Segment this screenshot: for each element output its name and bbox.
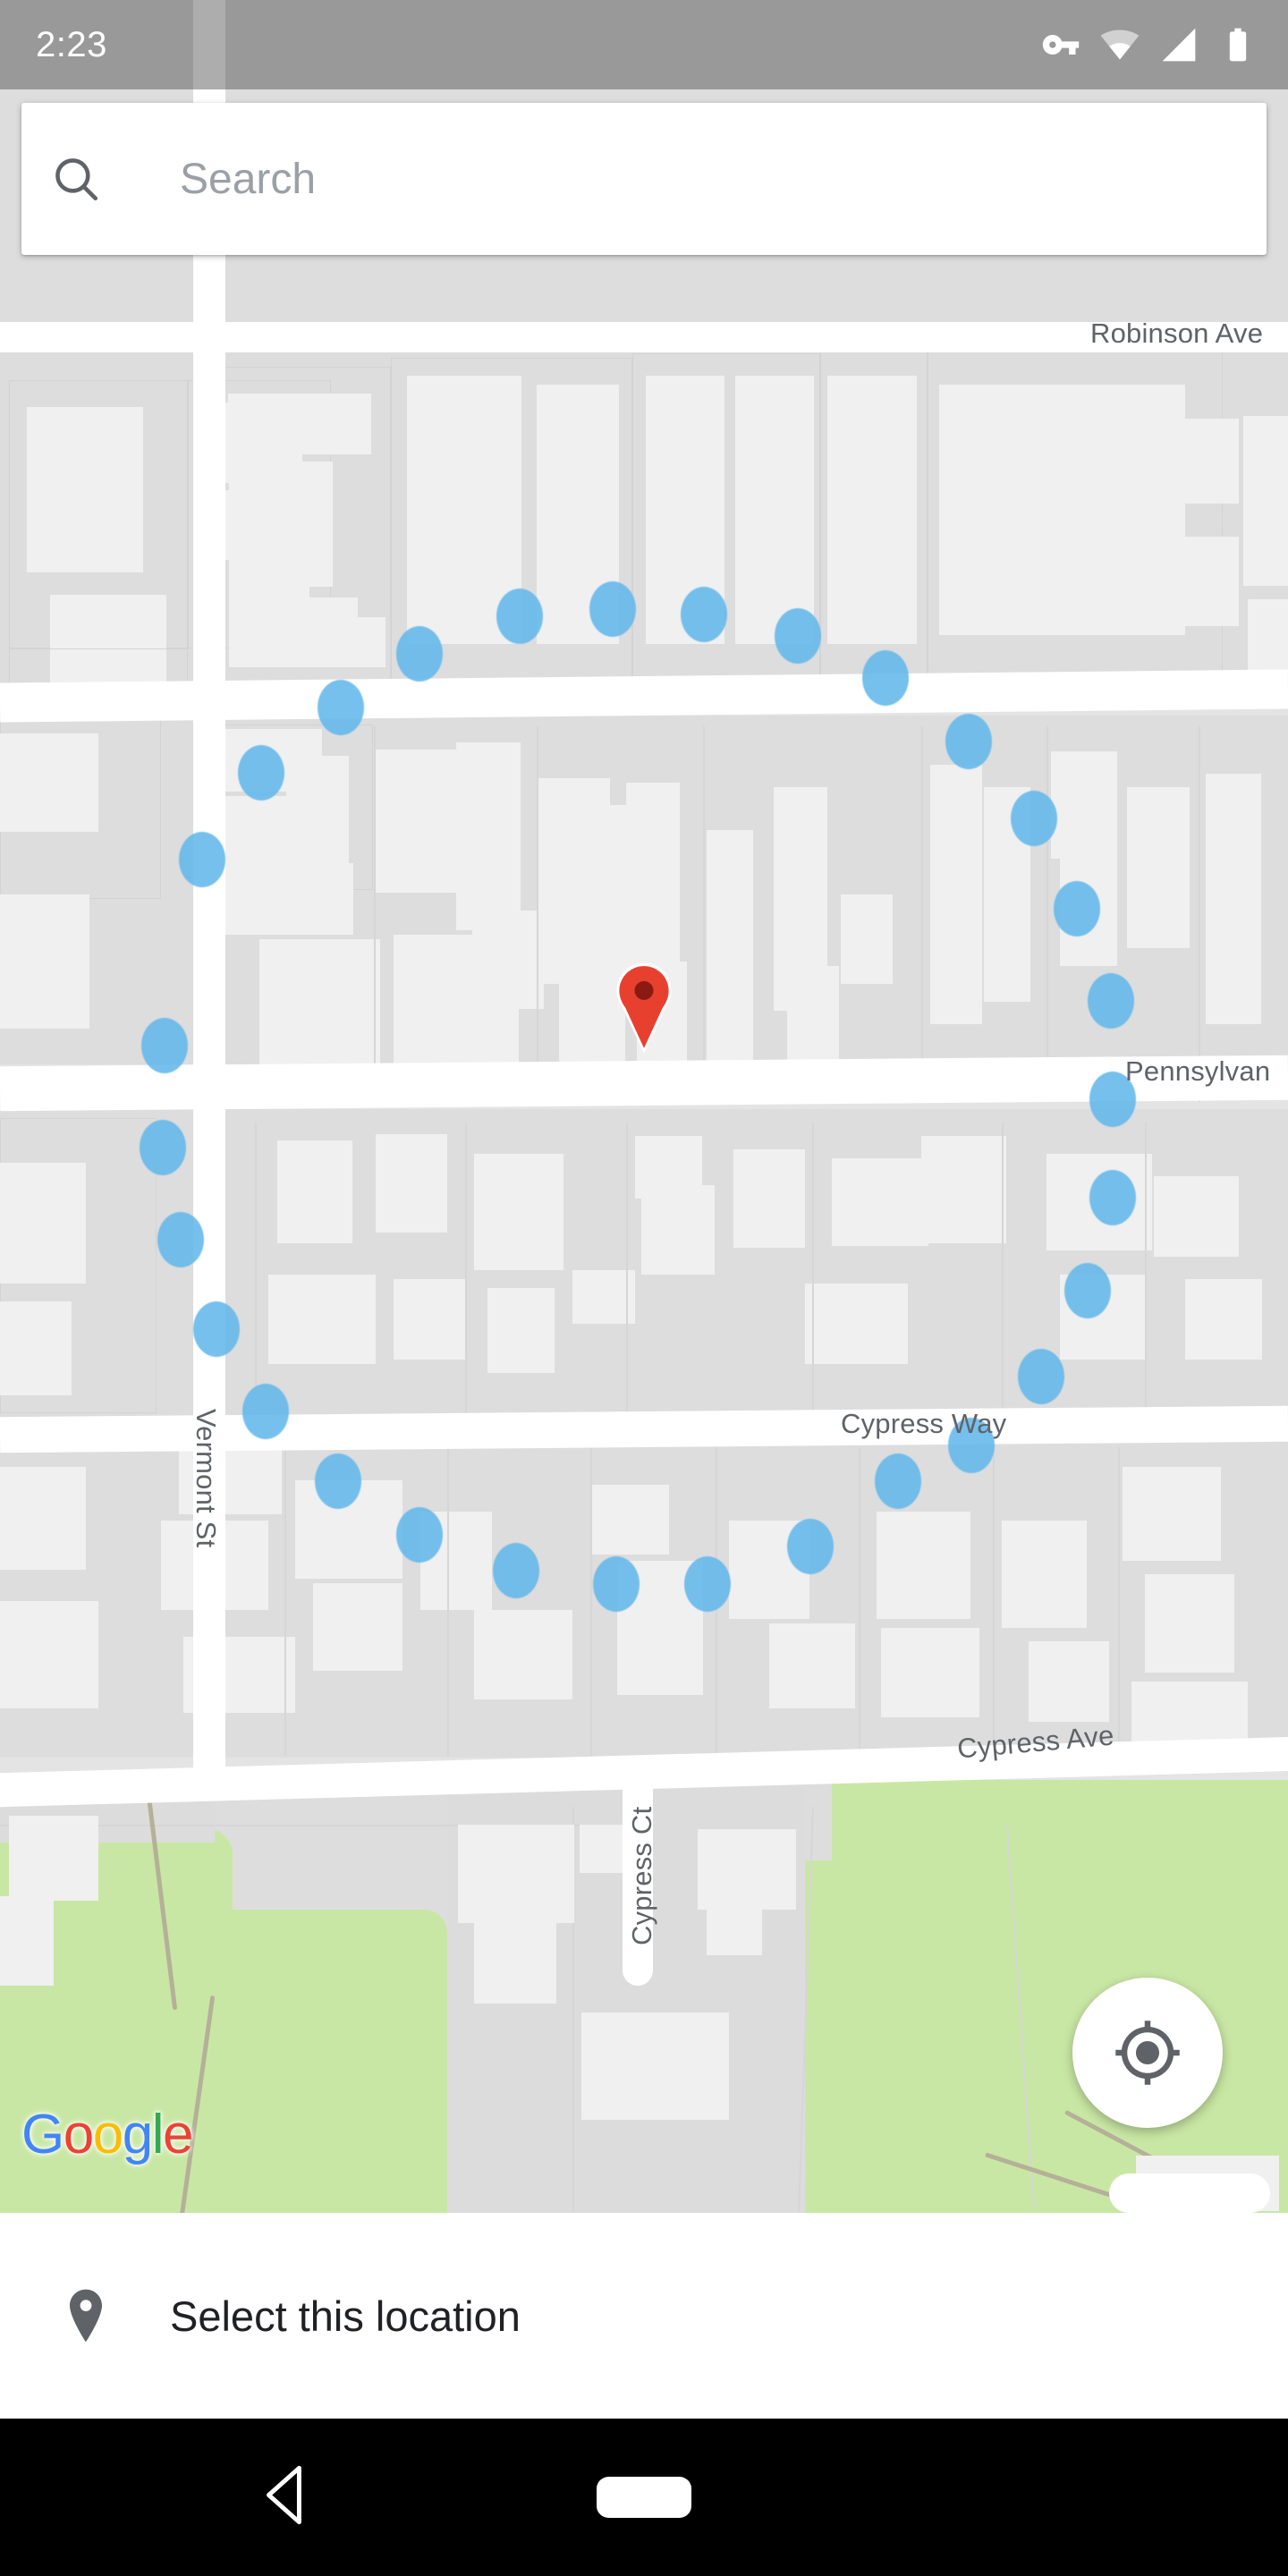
street-view-dot[interactable] (242, 1384, 289, 1439)
battery-icon (1229, 28, 1247, 62)
google-logo-letter: g (122, 2104, 153, 2165)
street-view-dot[interactable] (1088, 973, 1134, 1029)
google-logo-letter: e (162, 2104, 193, 2165)
google-logo-letter: o (92, 2104, 123, 2165)
vpn-key-icon (1042, 35, 1080, 55)
street-view-dot[interactable] (945, 714, 992, 769)
map-canvas[interactable]: Robinson Ave Pennsylvan Cypress Way Cypr… (0, 0, 1288, 2213)
my-location-button[interactable] (1072, 1978, 1223, 2128)
search-bar[interactable] (21, 103, 1267, 255)
street-view-dot[interactable] (787, 1519, 834, 1574)
my-location-crosshair-icon (1115, 2021, 1180, 2085)
street-view-dot[interactable] (318, 680, 364, 735)
home-button[interactable] (597, 2477, 691, 2518)
status-bar-icons (1041, 25, 1258, 64)
bottom-sheet: Select this location (0, 2213, 1288, 2419)
search-input[interactable] (180, 154, 1267, 204)
street-view-dot[interactable] (493, 1543, 539, 1598)
street-view-dot[interactable] (875, 1453, 921, 1509)
street-view-dot[interactable] (315, 1453, 361, 1509)
park-area-right (832, 1780, 1288, 2213)
map-label-vermont-st: Vermont St (191, 1409, 222, 1548)
road-stub-right (1109, 2174, 1270, 2213)
wifi-icon (1100, 30, 1140, 60)
street-view-dot[interactable] (141, 1018, 188, 1073)
street-view-dot[interactable] (1064, 1263, 1111, 1318)
status-bar: 2:23 (0, 0, 1288, 89)
street-view-dot[interactable] (179, 832, 225, 887)
select-this-location-button[interactable]: Select this location (0, 2213, 1288, 2419)
street-view-dot[interactable] (1054, 881, 1100, 936)
cellular-signal-icon (1162, 28, 1196, 62)
street-view-dot[interactable] (684, 1556, 731, 1612)
street-view-dot[interactable] (681, 587, 727, 642)
map-label-pennsylvania-ave: Pennsylvan (1125, 1055, 1271, 1087)
street-view-dot[interactable] (396, 626, 443, 682)
street-view-dot[interactable] (238, 745, 284, 801)
android-navigation-bar (0, 2419, 1288, 2576)
street-view-dot[interactable] (775, 608, 821, 664)
map-label-cypress-ct: Cypress Ct (626, 1806, 657, 1945)
google-logo-letter: G (21, 2104, 64, 2165)
street-view-dot[interactable] (1018, 1349, 1064, 1404)
map-label-robinson-ave: Robinson Ave (1090, 318, 1264, 349)
street-view-dot[interactable] (193, 1301, 240, 1357)
status-bar-clock: 2:23 (36, 24, 107, 64)
street-view-dot[interactable] (589, 581, 636, 637)
street-view-dot[interactable] (862, 650, 909, 706)
street-view-dot[interactable] (1089, 1170, 1136, 1225)
street-view-dot[interactable] (157, 1212, 204, 1267)
search-icon[interactable] (21, 153, 131, 205)
street-view-dot[interactable] (140, 1120, 186, 1175)
app-screen: Robinson Ave Pennsylvan Cypress Way Cypr… (0, 0, 1288, 2576)
select-this-location-label: Select this location (170, 2292, 521, 2340)
park-area-left-2 (179, 1910, 447, 2213)
location-pin-icon (61, 2288, 111, 2343)
google-logo-letter: l (151, 2104, 165, 2165)
street-view-dot[interactable] (593, 1556, 640, 1612)
street-view-dot[interactable] (496, 589, 543, 644)
google-logo-letter: o (63, 2104, 94, 2165)
street-view-dot[interactable] (1011, 791, 1057, 846)
map-marker-pin[interactable] (612, 962, 676, 1055)
back-button[interactable] (258, 2462, 313, 2533)
map-label-cypress-way: Cypress Way (841, 1408, 1007, 1439)
google-logo: Google (21, 2104, 193, 2165)
street-view-dot[interactable] (396, 1507, 443, 1563)
